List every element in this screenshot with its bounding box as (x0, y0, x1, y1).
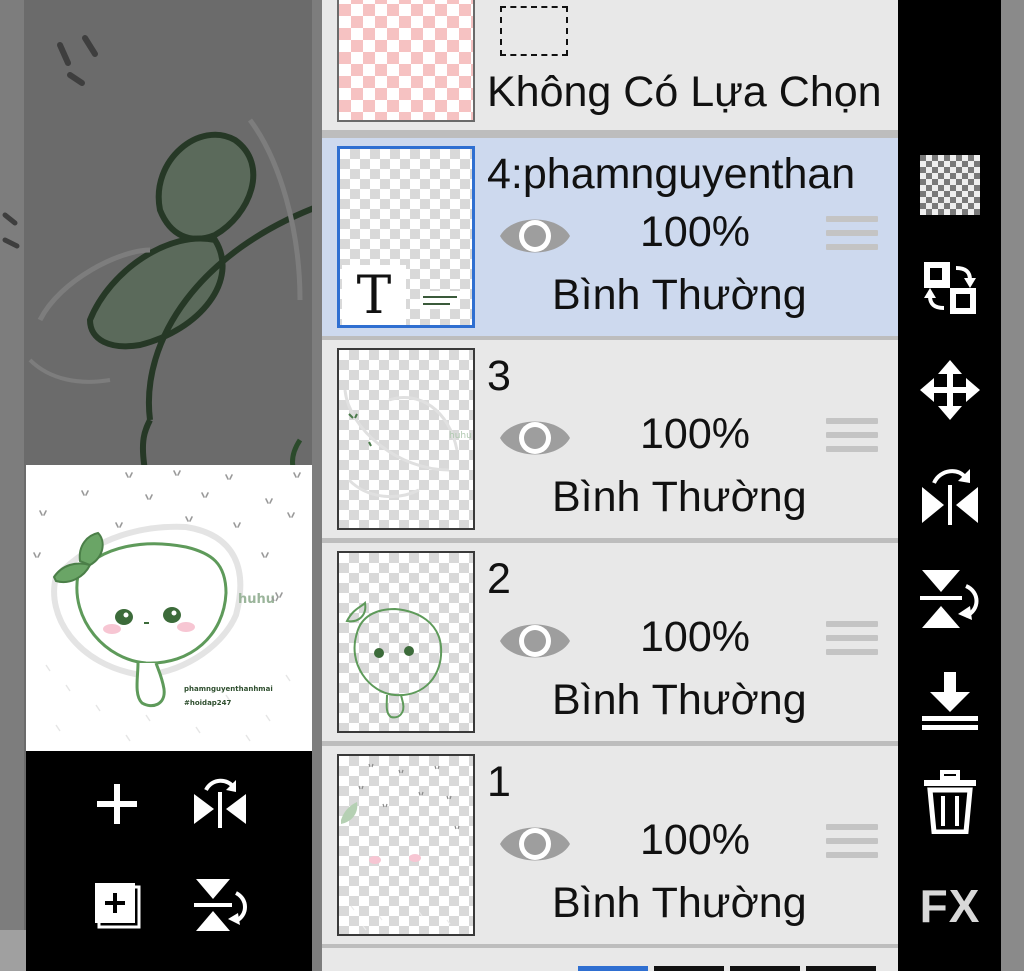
flip-horizontal-button[interactable] (910, 455, 990, 535)
layer-blend-mode[interactable]: Bình Thường (552, 473, 807, 522)
checker-icon (920, 155, 980, 215)
layer-toolbar: FX (898, 0, 1001, 971)
flip-horizontal-small-button[interactable] (188, 772, 252, 836)
merge-down-icon (922, 672, 978, 730)
thumbnail-text: huhu (449, 431, 472, 441)
selection-layer-row[interactable]: Không Có Lựa Chọn (322, 0, 898, 130)
fx-button[interactable]: FX (910, 866, 990, 946)
eye-icon[interactable] (498, 208, 572, 264)
canvas-preview: huhu phamnguyenthanhmai #hoidap247 (26, 465, 312, 751)
layer-name: 1 (487, 758, 511, 806)
fx-label: FX (919, 880, 981, 932)
flip-horizontal-icon (922, 469, 978, 525)
eye-icon[interactable] (498, 816, 572, 872)
thumbnail-text-preview (420, 291, 460, 309)
flip-vertical-icon (194, 879, 247, 931)
drag-handle-icon[interactable] (826, 824, 878, 868)
layer-row-3[interactable]: huhu 3 100% Bình Thường (322, 340, 898, 538)
canvas-tool-panel (26, 751, 312, 971)
eye-icon[interactable] (498, 613, 572, 669)
right-edge (1001, 0, 1024, 971)
canvas-edge-right (312, 0, 322, 971)
add-layer-button[interactable] (85, 873, 149, 937)
layer-name: 4:phamnguyenthan (487, 150, 856, 198)
move-button[interactable] (910, 350, 990, 430)
preview-caption-line1: phamnguyenthanhmai (184, 685, 273, 693)
layer-row-1[interactable]: 1 100% Bình Thường (322, 746, 898, 944)
text-layer-icon: T (342, 265, 406, 325)
layer-opacity[interactable]: 100% (640, 208, 750, 257)
layer-thumbnail: T (337, 146, 475, 328)
layer-name: 3 (487, 352, 511, 400)
delete-layer-button[interactable] (910, 762, 990, 842)
layer-name: 2 (487, 555, 511, 603)
selection-label: Không Có Lựa Chọn (487, 68, 882, 116)
swap-layer-icon (924, 262, 976, 314)
layer-opacity[interactable]: 100% (640, 613, 750, 662)
selection-marquee-icon (500, 6, 568, 56)
drag-handle-icon[interactable] (826, 621, 878, 665)
layer-thumbnail (337, 754, 475, 936)
flip-horizontal-icon (194, 778, 246, 828)
layer-row-4[interactable]: T 4:phamnguyenthan 100% Bình Thường (322, 138, 898, 336)
flip-vertical-small-button[interactable] (188, 873, 252, 937)
plus-icon (97, 784, 137, 824)
trash-icon (924, 770, 976, 834)
drag-handle-icon[interactable] (826, 216, 878, 260)
preview-sticker-text: huhu (238, 592, 275, 607)
add-button[interactable] (85, 772, 149, 836)
layer-list[interactable]: Không Có Lựa Chọn T 4:phamnguyenthan 100… (322, 0, 898, 971)
bottom-tab[interactable] (806, 966, 876, 971)
swap-layer-button[interactable] (910, 248, 990, 328)
flip-vertical-icon (920, 570, 979, 628)
layer-thumbnail (337, 551, 475, 733)
layer-opacity[interactable]: 100% (640, 410, 750, 459)
move-icon (920, 360, 980, 420)
layer-row-2[interactable]: 2 100% Bình Thường (322, 543, 898, 741)
layer-thumbnail: huhu (337, 348, 475, 530)
transparency-button[interactable] (910, 145, 990, 225)
bottom-left-edge (0, 930, 26, 971)
layer-blend-mode[interactable]: Bình Thường (552, 676, 807, 725)
add-layer-icon (95, 883, 141, 929)
layer-blend-mode[interactable]: Bình Thường (552, 271, 807, 320)
bottom-tab[interactable] (730, 966, 800, 971)
layer-blend-mode[interactable]: Bình Thường (552, 879, 807, 928)
selection-thumbnail (337, 0, 475, 122)
preview-caption-line2: #hoidap247 (184, 699, 232, 707)
flip-vertical-button[interactable] (910, 558, 990, 638)
layer-opacity[interactable]: 100% (640, 816, 750, 865)
eye-icon[interactable] (498, 410, 572, 466)
merge-down-button[interactable] (910, 660, 990, 740)
drag-handle-icon[interactable] (826, 418, 878, 462)
bottom-tab[interactable] (578, 966, 648, 971)
bottom-tab-strip (322, 948, 898, 971)
bottom-tab[interactable] (654, 966, 724, 971)
